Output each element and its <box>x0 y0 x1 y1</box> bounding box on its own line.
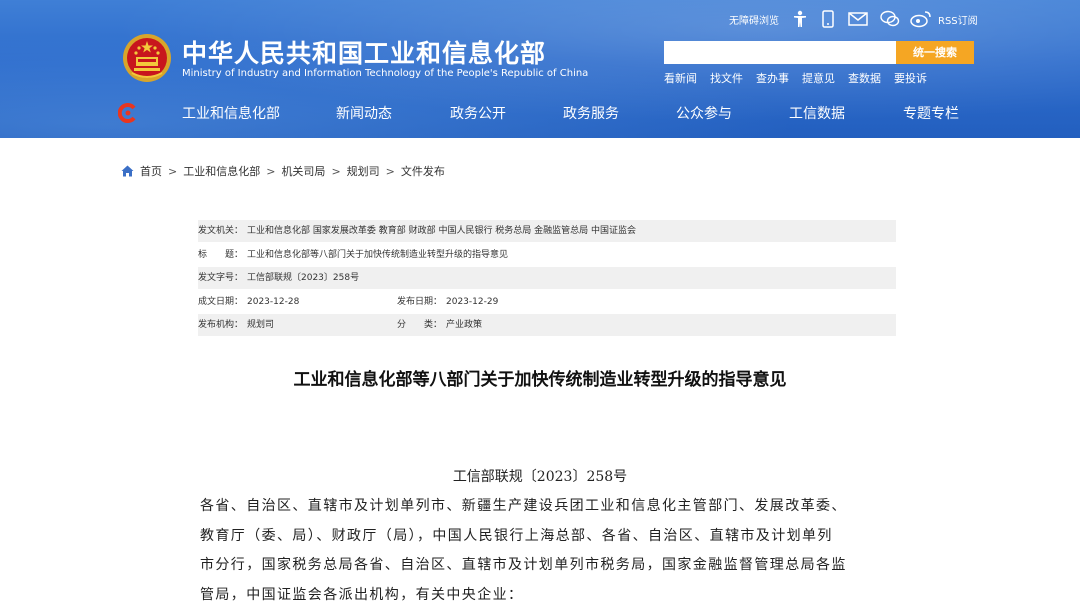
body-line: 市分行，国家税务总局各省、自治区、直辖市及计划单列市税务局，国家金融监督管理总局… <box>200 551 900 581</box>
breadcrumb-ministry[interactable]: 工业和信息化部 <box>183 163 260 179</box>
weibo-icon[interactable] <box>910 10 932 28</box>
quicklink-feedback[interactable]: 提意见 <box>802 70 835 86</box>
meta-published-label: 发布日期： <box>397 291 442 313</box>
breadcrumb-current[interactable]: 文件发布 <box>401 163 445 179</box>
meta-title: 工业和信息化部等八部门关于加快传统制造业转型升级的指导意见 <box>247 244 508 266</box>
nav-item-government-affairs[interactable]: 政务公开 <box>450 103 506 123</box>
nav-item-data[interactable]: 工信数据 <box>789 103 845 123</box>
quicklink-data[interactable]: 查数据 <box>848 70 881 86</box>
breadcrumb: 首页 > 工业和信息化部 > 机关司局 > 规划司 > 文件发布 <box>121 163 445 179</box>
quicklink-services[interactable]: 查办事 <box>756 70 789 86</box>
body-line: 各省、自治区、直辖市及计划单列市、新疆生产建设兵团工业和信息化主管部门、发展改革… <box>200 492 900 522</box>
accessibility-person-icon[interactable] <box>792 10 808 28</box>
home-icon[interactable] <box>121 165 134 177</box>
breadcrumb-planning[interactable]: 规划司 <box>347 163 380 179</box>
quicklink-files[interactable]: 找文件 <box>710 70 743 86</box>
meta-row-doc-no: 发文字号： 工信部联规〔2023〕258号 <box>198 267 896 289</box>
breadcrumb-separator: > <box>331 165 340 178</box>
meta-org: 规划司 <box>247 314 274 336</box>
nav-item-special-topics[interactable]: 专题专栏 <box>903 103 959 123</box>
breadcrumb-departments[interactable]: 机关司局 <box>281 163 325 179</box>
mail-icon[interactable] <box>848 10 868 28</box>
breadcrumb-separator: > <box>266 165 275 178</box>
meta-created-label: 成文日期： <box>198 291 243 313</box>
site-header: 中华人民共和国工业和信息化部 Ministry of Industry and … <box>0 0 1080 138</box>
meta-category: 产业政策 <box>446 314 482 336</box>
ministry-logo-icon[interactable] <box>118 103 138 123</box>
meta-created: 2023-12-28 <box>247 291 299 313</box>
document-body: 各省、自治区、直辖市及计划单列市、新疆生产建设兵团工业和信息化主管部门、发展改革… <box>200 492 900 610</box>
meta-category-label: 分 类： <box>397 314 442 336</box>
site-title: 中华人民共和国工业和信息化部 <box>182 34 546 70</box>
nav-item-public-participation[interactable]: 公众参与 <box>676 103 732 123</box>
meta-row-issuer: 发文机关： 工业和信息化部 国家发展改革委 教育部 财政部 中国人民银行 税务总… <box>198 220 896 242</box>
meta-org-label: 发布机构： <box>198 314 243 336</box>
meta-row-org: 发布机构： 规划司 分 类： 产业政策 <box>198 314 896 336</box>
breadcrumb-separator: > <box>386 165 395 178</box>
meta-doc-no-label: 发文字号： <box>198 267 243 289</box>
meta-issuer-label: 发文机关： <box>198 220 243 242</box>
document-title: 工业和信息化部等八部门关于加快传统制造业转型升级的指导意见 <box>0 365 1080 390</box>
accessibility-label: 无障碍浏览 <box>729 12 779 27</box>
meta-row-title: 标 题： 工业和信息化部等八部门关于加快传统制造业转型升级的指导意见 <box>198 244 896 266</box>
rss-link[interactable]: RSS订阅 <box>938 10 978 28</box>
mobile-phone-icon[interactable] <box>822 10 834 28</box>
meta-issuer: 工业和信息化部 国家发展改革委 教育部 财政部 中国人民银行 税务总局 金融监管… <box>247 220 636 242</box>
rss-label: RSS订阅 <box>938 12 978 27</box>
national-emblem-icon <box>122 33 172 83</box>
breadcrumb-home[interactable]: 首页 <box>140 163 162 179</box>
document-number: 工信部联规〔2023〕258号 <box>0 466 1080 486</box>
meta-doc-no: 工信部联规〔2023〕258号 <box>247 267 359 289</box>
body-line: 教育厅（委、局）、财政厅（局），中国人民银行上海总部、各省、自治区、直辖市及计划… <box>200 522 900 552</box>
meta-row-dates: 成文日期： 2023-12-28 发布日期： 2023-12-29 <box>198 291 896 313</box>
search-input[interactable] <box>664 41 896 64</box>
search-button[interactable]: 统一搜索 <box>896 41 974 64</box>
nav-item-news[interactable]: 新闻动态 <box>336 103 392 123</box>
accessibility-link[interactable]: 无障碍浏览 <box>729 10 779 28</box>
body-line: 管局，中国证监会各派出机构，有关中央企业： <box>200 581 900 610</box>
nav-item-government-services[interactable]: 政务服务 <box>563 103 619 123</box>
site-subtitle: Ministry of Industry and Information Tec… <box>182 68 588 79</box>
breadcrumb-separator: > <box>168 165 177 178</box>
nav-item-ministry[interactable]: 工业和信息化部 <box>182 103 280 123</box>
quicklinks: 看新闻 找文件 查办事 提意见 查数据 要投诉 <box>664 70 940 86</box>
meta-published: 2023-12-29 <box>446 291 498 313</box>
quicklink-complaints[interactable]: 要投诉 <box>894 70 927 86</box>
wechat-icon[interactable] <box>880 10 900 28</box>
quicklink-news[interactable]: 看新闻 <box>664 70 697 86</box>
meta-title-label: 标 题： <box>198 244 243 266</box>
